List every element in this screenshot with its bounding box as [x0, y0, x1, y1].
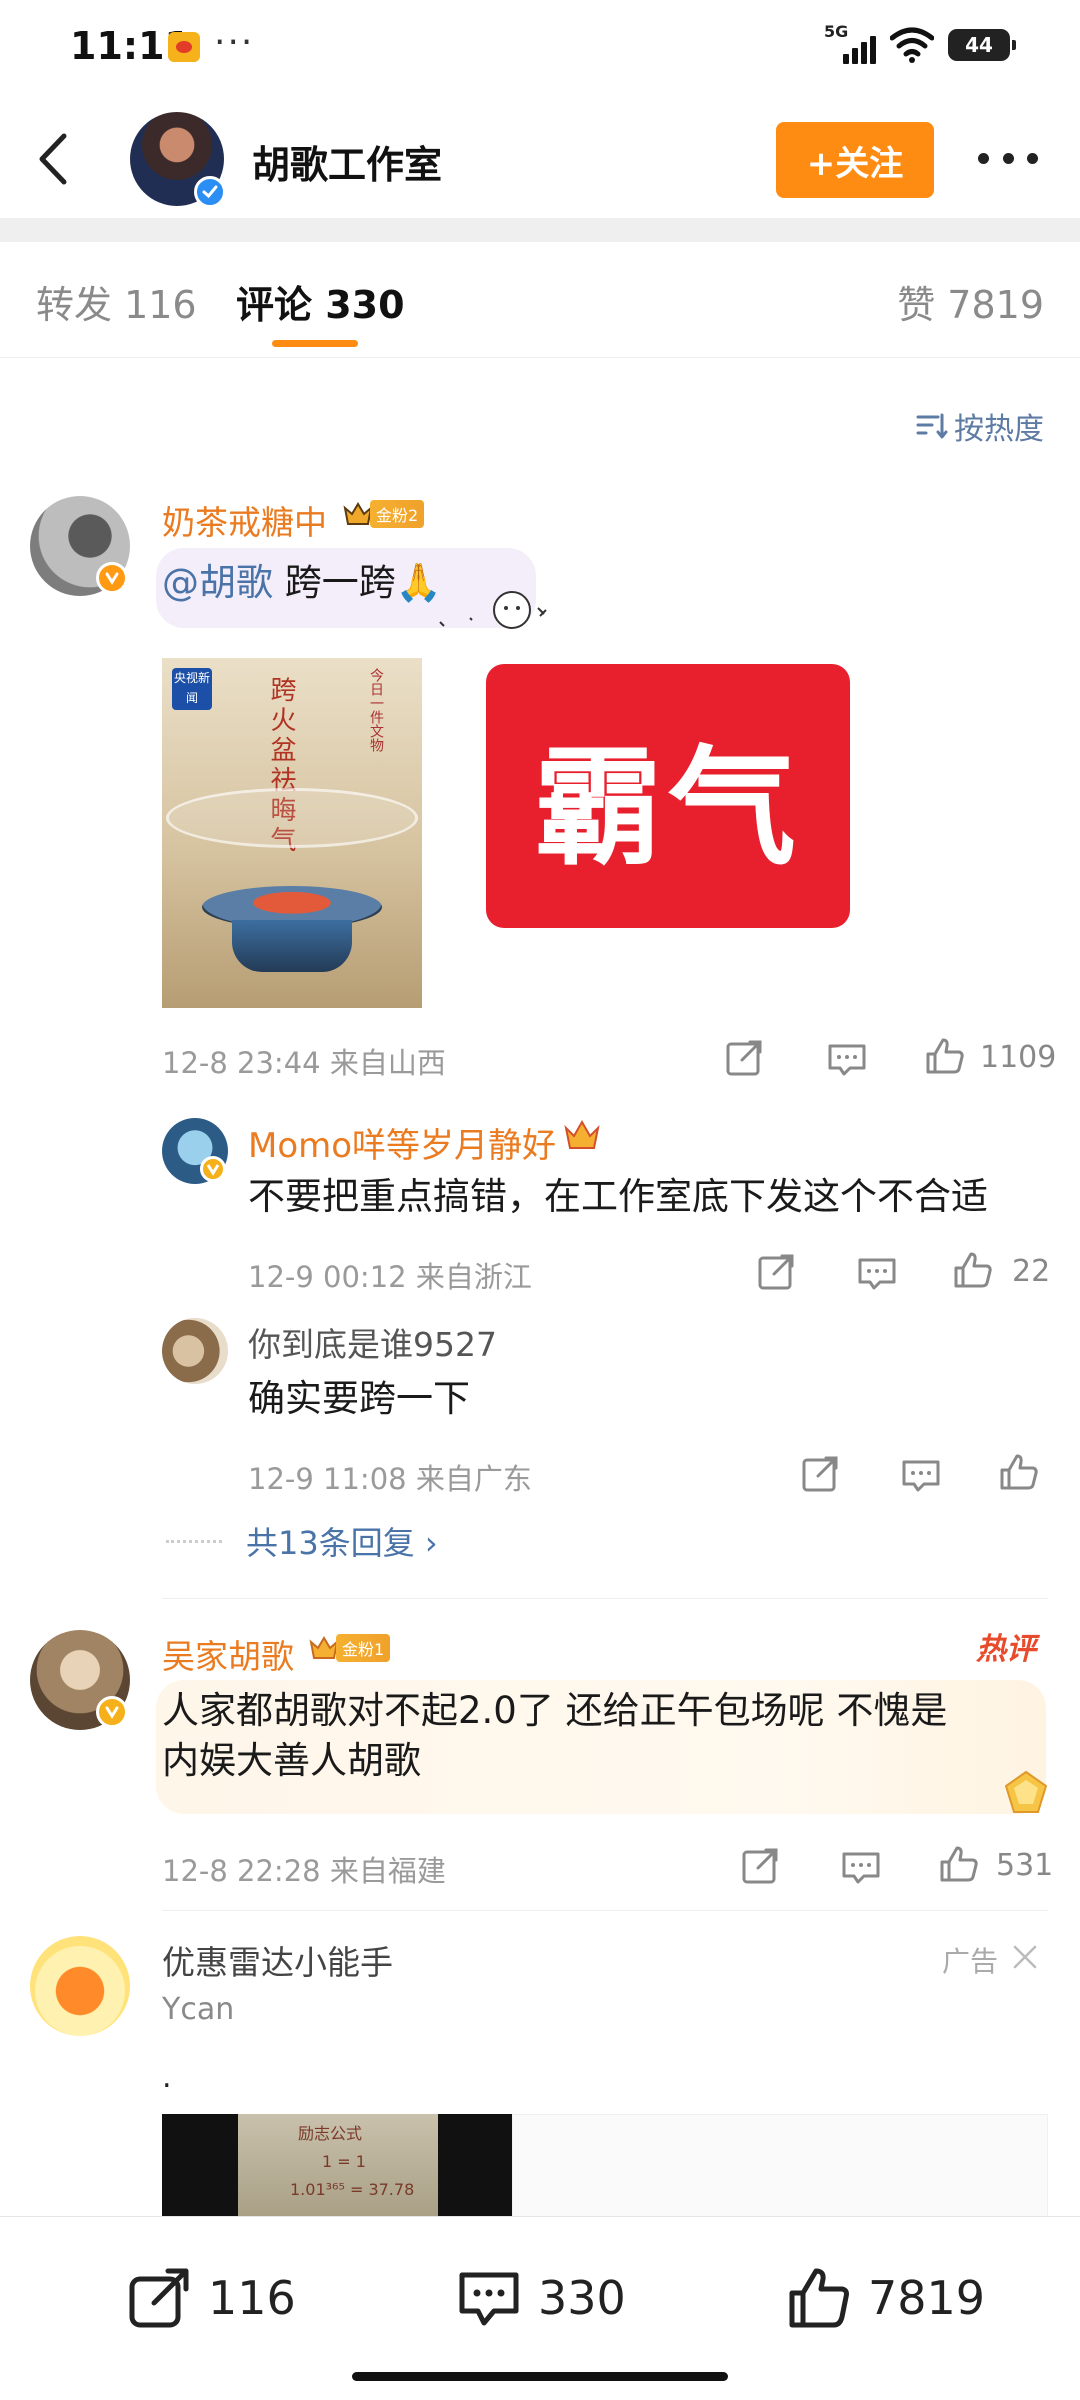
like-icon[interactable]: [952, 1250, 994, 1290]
crown-icon: [564, 1119, 600, 1149]
gem-sticker-icon: [1004, 1770, 1048, 1813]
comment-image-baqi[interactable]: 霸气: [486, 664, 850, 928]
comment-divider: [162, 1598, 1048, 1599]
page-title[interactable]: 胡歌工作室: [252, 134, 442, 189]
ad-image-secondary[interactable]: [512, 2114, 1048, 2218]
comment-username[interactable]: 奶茶戒糖中: [162, 496, 327, 544]
comment-username[interactable]: 吴家胡歌: [162, 1630, 294, 1678]
like-icon[interactable]: [998, 1452, 1040, 1492]
share-icon[interactable]: [724, 1038, 766, 1078]
close-icon[interactable]: [1012, 1944, 1038, 1970]
share-icon[interactable]: [740, 1846, 782, 1886]
reply-text: 不要把重点搞错，在工作室底下发这个不合适: [248, 1175, 988, 1218]
status-indicators: 5G 44: [824, 22, 1016, 64]
mention-link[interactable]: @胡歌: [162, 561, 273, 604]
active-tab-indicator: [272, 340, 358, 347]
comment-divider: [162, 1910, 1048, 1911]
comment-icon[interactable]: [856, 1254, 898, 1294]
reply-meta: 12-9 00:12 来自浙江: [248, 1260, 532, 1294]
comment-meta: 12-8 23:44 来自山西: [162, 1046, 446, 1080]
fan-badge-label: 金粉2: [370, 500, 425, 528]
status-dots: ···: [214, 22, 255, 63]
battery-indicator: 44: [948, 29, 1016, 61]
repost-button[interactable]: 116: [126, 2265, 296, 2331]
comment-meta: 12-8 22:28 来自福建: [162, 1854, 446, 1888]
ad-subtitle: Ycan: [162, 1992, 235, 2027]
verified-icon: [96, 562, 128, 594]
repost-count: 116: [208, 2271, 296, 2325]
verified-icon: [200, 1156, 226, 1182]
fan-badge-label: 金粉1: [336, 1634, 391, 1662]
like-count: 531: [996, 1848, 1054, 1883]
header: 胡歌工作室 +关注: [0, 100, 1080, 218]
more-icon[interactable]: [978, 148, 1038, 168]
comment-icon: [459, 2272, 519, 2326]
comment-icon[interactable]: [900, 1456, 942, 1496]
sort-icon: [916, 413, 948, 439]
comment-button[interactable]: 330: [456, 2265, 626, 2331]
section-divider: [0, 218, 1080, 242]
ad-tag: 广告: [942, 1945, 999, 1978]
tab-like[interactable]: 赞 7819: [897, 274, 1044, 329]
comment-text: @胡歌 跨一跨🙏: [162, 561, 442, 604]
like-count: 7819: [868, 2271, 986, 2325]
reply-username[interactable]: 你到底是谁9527: [248, 1318, 497, 1366]
like-count: 22: [1012, 1254, 1051, 1289]
verified-icon: [96, 1696, 128, 1728]
reply-avatar[interactable]: [162, 1318, 228, 1384]
wifi-icon: [890, 27, 934, 63]
comment-icon[interactable]: [840, 1848, 882, 1888]
ad-text: .: [162, 2060, 172, 2095]
like-icon[interactable]: [924, 1036, 966, 1076]
reply-username[interactable]: Momo咩等岁月静好: [248, 1118, 556, 1167]
back-icon[interactable]: [30, 130, 78, 188]
status-bar: 11:11 ··· 5G 44: [0, 0, 1080, 96]
reply-text: 确实要跨一下: [248, 1377, 470, 1420]
reply-meta: 12-9 11:08 来自广东: [248, 1462, 532, 1496]
ad-image[interactable]: 励志公式 1 = 1 1.01³⁶⁵ = 37.78: [162, 2114, 512, 2218]
fan-badge: 金粉1: [308, 1634, 391, 1662]
like-icon[interactable]: [938, 1844, 980, 1884]
tab-comment[interactable]: 评论 330: [236, 274, 405, 329]
share-icon[interactable]: [800, 1454, 842, 1494]
home-indicator[interactable]: [352, 2372, 728, 2381]
repost-icon: [129, 2268, 189, 2328]
follow-button[interactable]: +关注: [776, 122, 934, 198]
hot-comment-badge: 热评: [976, 1632, 1036, 1667]
comment-count: 330: [538, 2271, 626, 2325]
signal-icon: 5G: [824, 22, 876, 64]
verified-icon: [194, 176, 226, 208]
bubble-sticker-icon: [439, 591, 547, 629]
comment-icon[interactable]: [826, 1040, 868, 1080]
share-icon[interactable]: [756, 1252, 798, 1292]
comment-image-brazier[interactable]: 央视新闻 跨火盆祛晦气 今日一件文物: [162, 658, 422, 1008]
comment-text: 人家都胡歌对不起2.0了 还给正午包场呢 不愧是 内娱大善人胡歌: [162, 1689, 948, 1782]
ad-avatar[interactable]: [30, 1936, 130, 2036]
sort-label: 按热度: [954, 412, 1044, 447]
weibo-notification-icon: [168, 32, 200, 62]
image-note: 今日一件文物: [368, 668, 384, 752]
fan-badge: 金粉2: [342, 500, 425, 528]
more-replies-link[interactable]: 共13条回复 ›: [246, 1518, 438, 1564]
like-icon: [789, 2268, 849, 2328]
like-button[interactable]: 7819: [786, 2265, 985, 2331]
ad-username[interactable]: 优惠雷达小能手: [162, 1936, 393, 1984]
like-count: 1109: [980, 1040, 1057, 1075]
tabs: 转发 116 评论 330 赞 7819: [0, 242, 1080, 358]
sort-button[interactable]: 按热度: [916, 404, 1044, 448]
source-badge: 央视新闻: [172, 668, 212, 710]
tab-repost[interactable]: 转发 116: [36, 274, 197, 329]
reply-divider: [166, 1540, 222, 1543]
